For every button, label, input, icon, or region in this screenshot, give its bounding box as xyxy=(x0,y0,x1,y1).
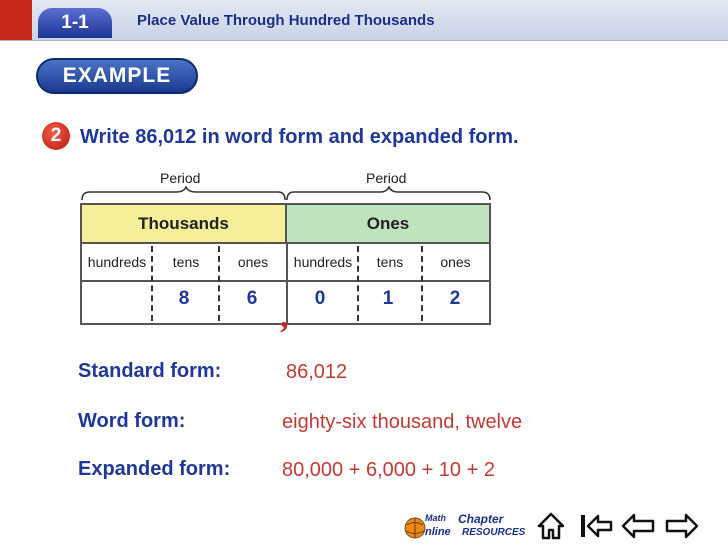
first-slide-button[interactable] xyxy=(578,510,614,542)
question-text: Write 86,012 in word form and expanded f… xyxy=(80,126,519,148)
column-header: hundreds xyxy=(293,254,353,270)
home-icon xyxy=(537,512,565,540)
example-number-badge: 2 xyxy=(42,122,70,150)
digit-cell: 6 xyxy=(246,288,258,309)
chapter-label: Chapter xyxy=(458,512,504,526)
lesson-title: Place Value Through Hundred Thousands xyxy=(137,12,435,29)
column-dash xyxy=(151,246,153,321)
column-dash xyxy=(218,246,220,321)
column-header: tens xyxy=(376,254,404,270)
next-button[interactable] xyxy=(664,510,700,542)
header-accent-strip xyxy=(0,0,32,40)
period-thousands-header: Thousands xyxy=(82,205,287,242)
period-label-ones: Period xyxy=(366,170,407,186)
standard-form-label: Standard form: xyxy=(78,360,222,382)
word-form-label: Word form: xyxy=(78,410,186,432)
next-icon xyxy=(665,513,699,539)
math-online-button[interactable]: Math nline xyxy=(403,512,451,542)
word-form-value: eighty-six thousand, twelve xyxy=(282,411,523,433)
period-braces xyxy=(81,186,491,201)
column-header: ones xyxy=(237,254,269,270)
example-label: EXAMPLE xyxy=(62,64,172,87)
lesson-number-tab: 1-1 xyxy=(38,8,112,38)
period-comma-marker: , xyxy=(280,298,289,335)
previous-button[interactable] xyxy=(620,510,656,542)
period-label-thousands: Period xyxy=(160,170,201,186)
column-header: ones xyxy=(440,254,471,270)
home-button[interactable] xyxy=(536,510,566,542)
column-dash xyxy=(421,246,423,321)
column-header: hundreds xyxy=(87,254,147,270)
expanded-form-label: Expanded form: xyxy=(78,458,231,480)
digit-cell: 0 xyxy=(314,288,326,309)
header-bar: 1-1 Place Value Through Hundred Thousand… xyxy=(0,0,728,41)
first-slide-icon xyxy=(581,514,613,538)
previous-icon xyxy=(621,513,655,539)
resources-label: RESOURCES xyxy=(462,527,526,538)
digit-cell: 1 xyxy=(382,288,394,309)
chapter-resources-button[interactable]: Chapter RESOURCES xyxy=(456,512,528,542)
math-logo-bottom: nline xyxy=(425,526,451,538)
digit-cell: 8 xyxy=(178,288,190,309)
example-badge: EXAMPLE xyxy=(36,58,198,94)
period-ones-header: Ones xyxy=(287,205,489,242)
expanded-form-value: 80,000 + 6,000 + 10 + 2 xyxy=(282,459,495,481)
digit-cell: 2 xyxy=(449,288,461,309)
math-logo-top: Math xyxy=(425,513,446,523)
column-header: tens xyxy=(172,254,200,270)
standard-form-value: 86,012 xyxy=(286,361,348,383)
